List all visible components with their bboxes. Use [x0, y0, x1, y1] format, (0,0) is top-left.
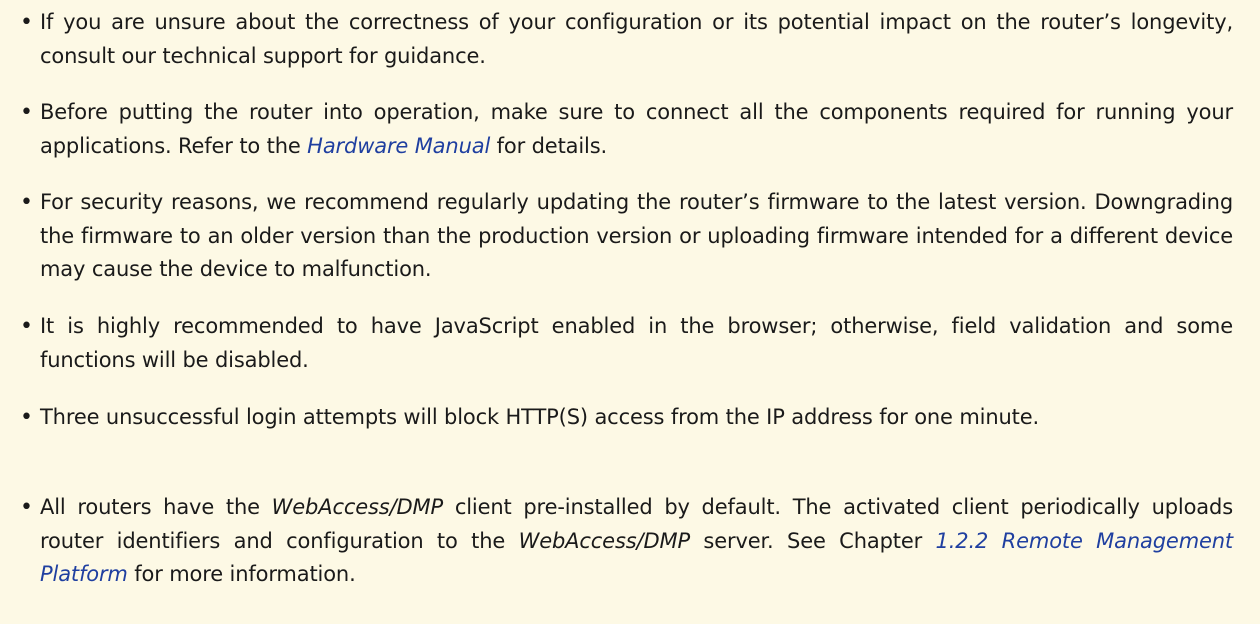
note-text-part3: server. See Chapter: [689, 528, 936, 553]
note-text: Before putting the router into operation…: [40, 96, 1233, 163]
hardware-manual-link[interactable]: Hardware Manual: [307, 134, 490, 158]
note-text: If you are unsure about the correctness …: [40, 10, 1233, 68]
bullet-icon: •: [20, 314, 33, 339]
bullet-icon: •: [20, 495, 33, 520]
note-text-after: for details.: [490, 133, 608, 158]
note-text-before: Before putting the router into operation…: [40, 100, 1233, 158]
notes-page: • If you are unsure about the correctnes…: [0, 0, 1260, 624]
note-text: It is highly recommended to have JavaScr…: [40, 314, 1233, 372]
note-text: Three unsuccessful login attempts will b…: [40, 405, 1040, 429]
bullet-icon: •: [20, 190, 33, 215]
note-text-part1: All routers have the: [40, 495, 272, 519]
webaccess-dmp-term: WebAccess/DMP: [518, 528, 691, 553]
bullet-icon: •: [20, 10, 33, 35]
note-text: For security reasons, we recommend regul…: [40, 190, 1233, 281]
note-text-part4: for more information.: [127, 562, 356, 586]
note-text: All routers have the WebAccess/DMP clien…: [40, 491, 1233, 592]
bullet-icon: •: [20, 405, 33, 430]
bullet-icon: •: [20, 100, 33, 125]
webaccess-dmp-term: WebAccess/DMP: [271, 495, 444, 519]
